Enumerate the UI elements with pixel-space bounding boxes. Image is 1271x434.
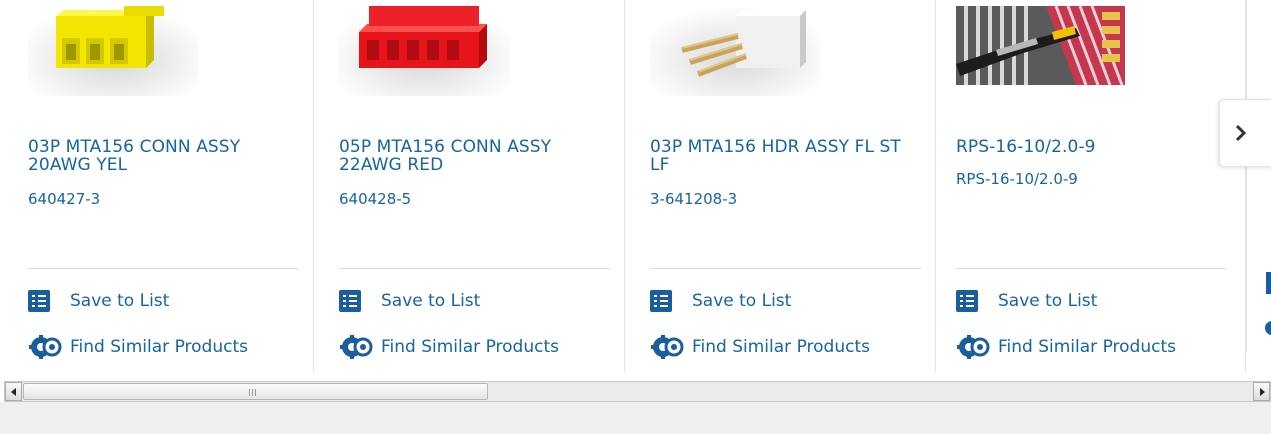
product-image-white-header[interactable] xyxy=(650,6,820,96)
find-similar-products-button[interactable]: Find Similar Products xyxy=(28,335,248,359)
page-bottom-area xyxy=(0,402,1271,434)
find-similar-products-button[interactable]: Find Similar Products xyxy=(650,335,870,359)
scroll-right-arrow-icon[interactable] xyxy=(1253,382,1270,401)
checklist-icon xyxy=(1266,272,1271,294)
find-similar-products-label: Find Similar Products xyxy=(692,337,870,357)
find-similar-products-label: Find Similar Products xyxy=(998,337,1176,357)
product-title-link[interactable]: 05P MTA156 CONN ASSY 22AWG RED xyxy=(339,138,609,174)
product-carousel: 03P MTA156 CONN ASSY 20AWG YEL 640427-3 … xyxy=(0,0,1271,372)
save-to-list-button[interactable]: Save to List xyxy=(956,290,1097,312)
product-image-cable-marker[interactable] xyxy=(956,6,1125,85)
gears-icon xyxy=(29,335,62,359)
gears-icon xyxy=(340,335,373,359)
scroll-left-arrow-icon[interactable] xyxy=(5,382,22,401)
horizontal-scrollbar[interactable] xyxy=(4,381,1271,402)
find-similar-products-button[interactable]: Find Similar Products xyxy=(339,335,559,359)
carousel-next-button[interactable] xyxy=(1219,99,1271,167)
save-to-list-button[interactable]: Save to List xyxy=(339,290,480,312)
save-to-list-button[interactable]: Save to List xyxy=(650,290,791,312)
checklist-icon xyxy=(956,290,978,312)
card-divider xyxy=(339,268,610,269)
product-title-link[interactable]: 03P MTA156 CONN ASSY 20AWG YEL xyxy=(28,138,298,174)
card-divider xyxy=(650,268,921,269)
product-image-yellow-connector[interactable] xyxy=(28,6,198,96)
chevron-right-icon xyxy=(1235,124,1247,142)
card-divider xyxy=(956,268,1226,269)
product-part-number-link[interactable]: 640428-5 xyxy=(339,190,411,208)
checklist-icon xyxy=(650,290,672,312)
save-to-list-button[interactable]: Save to List xyxy=(28,290,169,312)
find-similar-products-button[interactable]: Find Similar Products xyxy=(956,335,1176,359)
product-card: 03P MTA156 HDR ASSY FL ST LF 3-641208-3 … xyxy=(626,0,936,372)
product-part-number-link[interactable]: 3-641208-3 xyxy=(650,190,737,208)
product-part-number-link[interactable]: 640427-3 xyxy=(28,190,100,208)
checklist-icon xyxy=(28,290,50,312)
find-similar-products-label: Find Similar Products xyxy=(381,337,559,357)
save-to-list-label: Save to List xyxy=(692,291,792,311)
save-to-list-label: Save to List xyxy=(998,291,1098,311)
checklist-icon xyxy=(339,290,361,312)
product-card: RPS-16-10/2.0-9 RPS-16-10/2.0-9 Save to … xyxy=(936,0,1246,372)
find-similar-products-label: Find Similar Products xyxy=(70,337,248,357)
product-part-number-link[interactable]: RPS-16-10/2.0-9 xyxy=(956,170,1078,188)
gears-icon xyxy=(651,335,684,359)
product-image-red-connector[interactable] xyxy=(339,6,509,96)
gears-icon xyxy=(957,335,990,359)
scrollbar-grip-icon xyxy=(249,389,256,396)
product-card-partial xyxy=(1246,0,1271,372)
card-divider xyxy=(1246,0,1247,352)
scrollbar-thumb[interactable] xyxy=(23,383,488,400)
product-title-link[interactable]: RPS-16-10/2.0-9 xyxy=(956,138,1226,156)
card-divider xyxy=(28,268,299,269)
gears-icon xyxy=(1265,321,1271,335)
save-to-list-label: Save to List xyxy=(70,291,170,311)
save-to-list-label: Save to List xyxy=(381,291,481,311)
product-card: 05P MTA156 CONN ASSY 22AWG RED 640428-5 … xyxy=(315,0,625,372)
product-card: 03P MTA156 CONN ASSY 20AWG YEL 640427-3 … xyxy=(4,0,314,372)
product-title-link[interactable]: 03P MTA156 HDR ASSY FL ST LF xyxy=(650,138,920,174)
